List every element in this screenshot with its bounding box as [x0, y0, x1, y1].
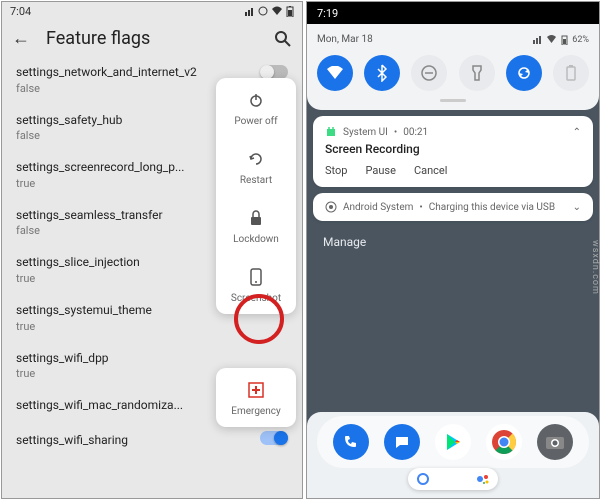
power-menu: Power off Restart Lockdown Screenshot: [216, 78, 296, 314]
back-icon[interactable]: ←: [12, 28, 30, 49]
battery-icon: [561, 35, 568, 45]
camera-app-icon[interactable]: [537, 424, 573, 460]
watermark: wsxdn.com: [590, 240, 600, 295]
emergency-icon: [246, 380, 266, 400]
status-time: 7:19: [317, 7, 338, 20]
date-label: Mon, Mar 18: [317, 34, 373, 45]
home-area: [307, 412, 599, 498]
signal-icon: [533, 35, 542, 44]
qs-battery-saver[interactable]: [553, 55, 589, 91]
chevron-up-icon[interactable]: ⌃: [573, 127, 581, 138]
dock: [317, 416, 589, 468]
phone-icon: [246, 267, 266, 287]
quick-settings-row: [317, 55, 589, 91]
search-pill[interactable]: [408, 468, 498, 490]
status-bar: 7:19: [307, 2, 599, 24]
signal-icon: [245, 6, 255, 16]
notification-charging[interactable]: Android System • Charging this device vi…: [313, 193, 593, 221]
notification-title: Screen Recording: [325, 142, 581, 156]
battery-icon: [286, 6, 294, 17]
android-icon: [325, 126, 337, 138]
toggle-switch[interactable]: [260, 431, 288, 445]
settings-icon: [325, 201, 337, 213]
action-cancel[interactable]: Cancel: [414, 164, 447, 177]
phone-app-icon[interactable]: [333, 424, 369, 460]
qs-wifi[interactable]: [317, 55, 353, 91]
notification-header: System UI • 00:21 ⌃: [325, 126, 581, 138]
shade-drag-handle[interactable]: [440, 99, 466, 102]
power-off-button[interactable]: Power off: [216, 78, 296, 137]
cast-icon: [258, 6, 268, 16]
manage-button[interactable]: Manage: [307, 227, 599, 257]
messages-app-icon[interactable]: [384, 424, 420, 460]
quick-settings-panel: Mon, Mar 18 62%: [307, 24, 599, 110]
screenshot-button[interactable]: Screenshot: [216, 255, 296, 314]
notification-actions: Stop Pause Cancel: [325, 164, 581, 177]
restart-icon: [246, 149, 266, 169]
action-pause[interactable]: Pause: [365, 164, 395, 177]
status-time: 7:04: [10, 5, 31, 18]
play-store-icon[interactable]: [435, 424, 471, 460]
search-icon[interactable]: [274, 30, 292, 48]
qs-rotation[interactable]: [506, 55, 542, 91]
chevron-down-icon[interactable]: ⌄: [573, 202, 581, 213]
phone-feature-flags: 7:04 ← Feature flags settings_network_an…: [1, 1, 303, 499]
chrome-app-icon[interactable]: [486, 424, 522, 460]
toggle-switch[interactable]: [260, 65, 288, 79]
lock-icon: [246, 208, 266, 228]
assistant-icon: [476, 472, 490, 486]
status-icons: [245, 6, 294, 17]
google-icon: [416, 472, 430, 486]
wifi-icon: [546, 35, 557, 44]
notification-screen-recording[interactable]: System UI • 00:21 ⌃ Screen Recording Sto…: [313, 116, 593, 187]
shade-status-icons: 62%: [533, 35, 589, 45]
qs-dnd[interactable]: [411, 55, 447, 91]
power-icon: [246, 90, 266, 110]
shade-header: Mon, Mar 18 62%: [317, 34, 589, 45]
qs-bluetooth[interactable]: [364, 55, 400, 91]
restart-button[interactable]: Restart: [216, 137, 296, 196]
flag-item[interactable]: settings_wifi_sharing: [16, 425, 302, 460]
wifi-icon: [271, 6, 283, 16]
emergency-button[interactable]: Emergency: [216, 368, 296, 427]
status-bar: 7:04: [2, 2, 302, 20]
action-stop[interactable]: Stop: [325, 164, 347, 177]
phone-notification-shade: 7:19 Mon, Mar 18 62% System UI • 00: [306, 1, 600, 499]
lockdown-button[interactable]: Lockdown: [216, 196, 296, 255]
page-title: Feature flags: [46, 28, 258, 49]
app-header: ← Feature flags: [2, 20, 302, 57]
qs-flashlight[interactable]: [459, 55, 495, 91]
